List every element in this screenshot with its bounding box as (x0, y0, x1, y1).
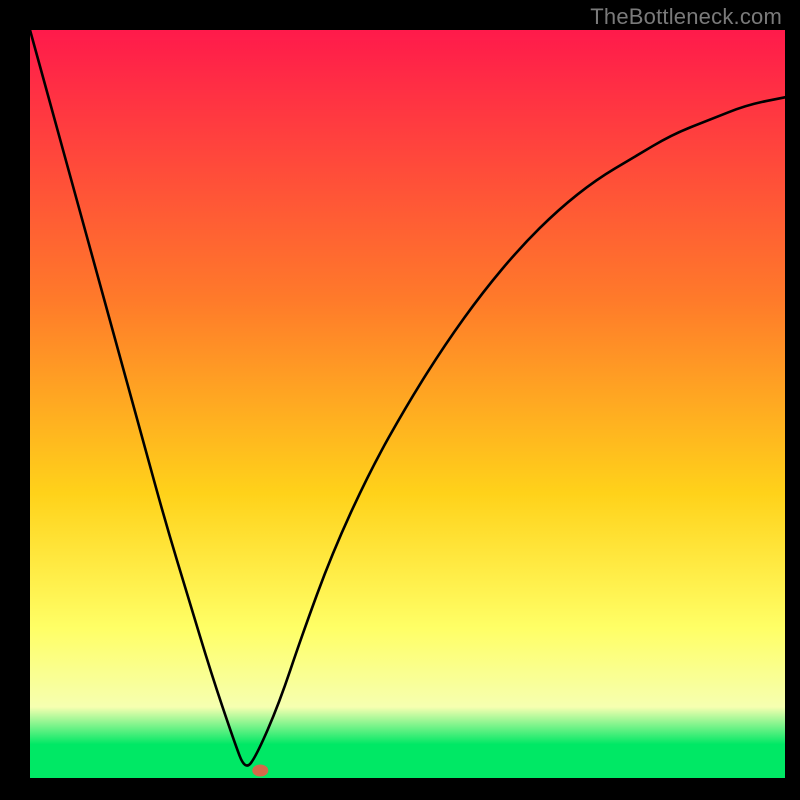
optimal-marker (252, 765, 268, 777)
bottleneck-plot (0, 0, 800, 800)
chart-stage: TheBottleneck.com (0, 0, 800, 800)
